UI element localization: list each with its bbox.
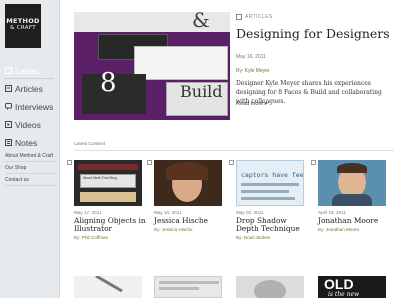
card-thumbnail[interactable]: About Meth Find Blog: [74, 160, 142, 206]
logo-line-2: & CRAFT: [10, 25, 36, 31]
card-thumbnail[interactable]: [154, 160, 222, 206]
link-about[interactable]: About Method & Craft: [5, 150, 57, 162]
card-thumbnail-row2[interactable]: [74, 276, 142, 298]
card-byline: By: Noah Stokes: [236, 235, 270, 240]
nav-item-label: Interviews: [15, 102, 54, 112]
card-byline: By: Jessica Hische: [154, 227, 193, 232]
card-author-link[interactable]: Jessica Hische: [162, 227, 193, 232]
category-label: ARTICLES: [245, 14, 273, 20]
by-prefix: By:: [236, 68, 244, 74]
card-date: May 02, 2011: [236, 210, 264, 215]
note-icon: [5, 139, 12, 146]
image-glyph-eight: 8: [100, 68, 117, 98]
thumb-text-new: is the new: [328, 291, 360, 298]
card-title[interactable]: Jessica Hische: [154, 216, 228, 225]
nav-divider: [4, 78, 54, 79]
card-date: May 10, 2011: [154, 210, 182, 215]
link-contact[interactable]: Contact us: [5, 174, 57, 186]
image-glyph-build: Build: [180, 82, 223, 101]
chat-icon: [5, 103, 12, 110]
latest-content-label: Latest Content: [74, 142, 106, 147]
arrow-right-icon: ▸: [264, 101, 268, 107]
video-icon: [229, 160, 234, 165]
main-nav: Latest Articles Interviews Videos Notes: [0, 62, 60, 152]
card-thumbnail[interactable]: captors have feel: [236, 160, 304, 206]
nav-item-label: Latest: [15, 66, 39, 76]
card-thumbnail-row2[interactable]: [154, 276, 222, 298]
card-thumbnail[interactable]: [318, 160, 386, 206]
by-prefix: By:: [154, 227, 161, 232]
card-title[interactable]: Aligning Objects in Illustrator: [74, 216, 148, 234]
card-author-link[interactable]: Phil Coffman: [82, 235, 108, 240]
main-content: 8 & Build ARTICLES Designing for Designe…: [60, 0, 400, 298]
sidebar: METHOD & CRAFT Latest Articles Interview…: [0, 0, 60, 298]
featured-byline: By: Kyle Meyer: [236, 68, 270, 74]
nav-item-videos[interactable]: Videos: [0, 116, 60, 134]
card-byline: By: Phil Coffman: [74, 235, 108, 240]
featured-image[interactable]: 8 & Build: [74, 12, 230, 120]
card-date: April 19, 2011: [318, 210, 347, 215]
featured-title[interactable]: Designing for Designers: [236, 26, 390, 41]
article-icon: [67, 160, 72, 165]
read-more-link[interactable]: Read more ▸: [236, 100, 268, 107]
chat-icon: [311, 160, 316, 165]
card-author-link[interactable]: Jonathan Moore: [326, 227, 359, 232]
by-prefix: By:: [236, 235, 243, 240]
nav-item-label: Articles: [15, 84, 43, 94]
screenshot-light: [134, 46, 228, 80]
featured-date: May 16, 2011: [236, 54, 266, 60]
card-title[interactable]: Drop Shadow Depth Technique: [236, 216, 310, 234]
image-glyph-amp: &: [192, 12, 210, 32]
card-title[interactable]: Jonathan Moore: [318, 216, 392, 225]
featured-author-link[interactable]: Kyle Meyer: [245, 68, 270, 74]
card-date: May 17, 2011: [74, 210, 102, 215]
card-thumbnail-row2[interactable]: [236, 276, 304, 298]
card-author-link[interactable]: Noah Stokes: [244, 235, 270, 240]
nav-item-articles[interactable]: Articles: [0, 80, 60, 98]
chat-icon: [147, 160, 152, 165]
card-byline: By: Jonathan Moore: [318, 227, 359, 232]
thumb-caption: captors have feel: [241, 171, 304, 179]
square-icon: [5, 67, 12, 74]
read-more-label: Read more: [236, 101, 264, 107]
nav-item-label: Notes: [15, 138, 38, 148]
by-prefix: By:: [74, 235, 81, 240]
article-icon: [236, 14, 242, 20]
sidebar-links: About Method & Craft Our Shop Contact us: [5, 150, 57, 186]
thumb-caption: About Meth Find Blog: [80, 174, 136, 188]
section-divider: [74, 150, 394, 151]
video-icon: [5, 121, 12, 128]
featured-category[interactable]: ARTICLES: [236, 14, 273, 20]
by-prefix: By:: [318, 227, 325, 232]
card-thumbnail-row2[interactable]: OLD is the new: [318, 276, 386, 298]
thumb-text-old: OLD: [324, 276, 354, 292]
nav-item-label: Videos: [15, 120, 41, 130]
logo-line-1: METHOD: [6, 17, 40, 25]
link-shop[interactable]: Our Shop: [5, 162, 57, 174]
article-icon: [5, 85, 12, 92]
nav-item-interviews[interactable]: Interviews: [0, 98, 60, 116]
method-craft-logo[interactable]: METHOD & CRAFT: [5, 4, 41, 48]
